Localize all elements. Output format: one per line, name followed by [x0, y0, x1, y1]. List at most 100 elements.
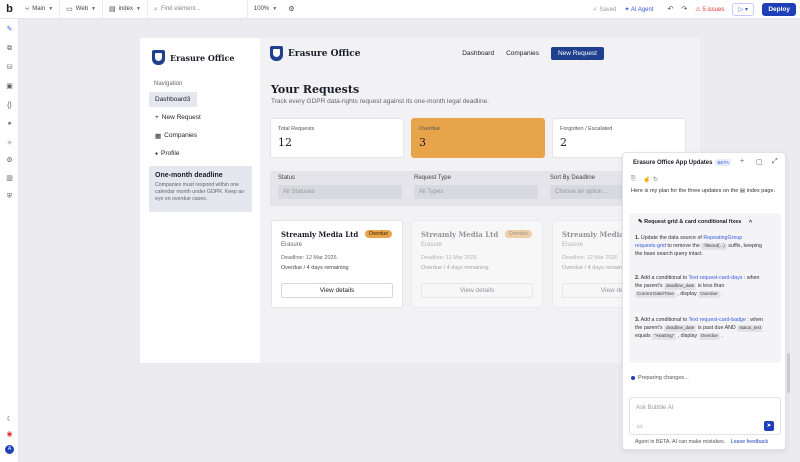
pencil-icon: ✎	[638, 219, 643, 225]
zoom-selector[interactable]: 100% ▼ ⚙	[248, 0, 301, 19]
app-header: Erasure Office Dashboard Companies New R…	[270, 46, 690, 61]
stat-total: Total Requests 12	[270, 118, 404, 158]
beta-badge: BETA	[715, 159, 731, 166]
status-filter-label: Status	[278, 175, 296, 181]
sidebar-item-dashboard[interactable]: Dashboard3	[149, 92, 197, 107]
send-button[interactable]: ➤	[764, 421, 774, 431]
nav-link-companies[interactable]: Companies	[506, 50, 539, 57]
copy-icon[interactable]: ⎘	[631, 176, 636, 183]
sidebar-item-label: New Request	[161, 114, 201, 121]
code-chip: Overdue	[698, 332, 720, 340]
chat-history-icon[interactable]: ▢	[756, 158, 763, 166]
notification-icon[interactable]: ◉	[5, 430, 14, 439]
sidebar-item-profile[interactable]: ● Profile	[149, 146, 185, 161]
type-filter-dropdown[interactable]: All Types	[414, 185, 538, 199]
plus-icon: +	[155, 114, 159, 121]
find-element-placeholder: Find element...	[160, 6, 201, 12]
status-badge: Overdue	[364, 230, 392, 238]
plus-icon[interactable]: +	[740, 158, 744, 165]
leave-feedback-link[interactable]: Leave feedback	[731, 439, 768, 445]
new-request-button[interactable]: New Request	[550, 47, 604, 60]
top-toolbar: b ⑂ Main ▼ ▭ Web ▼ ▤ index ▼ ⌕ Find elem…	[0, 0, 800, 19]
code-chip: deadline_date	[664, 324, 697, 332]
attach-image-icon[interactable]: ▭	[637, 423, 643, 430]
card-deadline: Deadline: 12 Mar 2026	[421, 255, 477, 261]
logs-icon[interactable]: ▥	[5, 174, 14, 183]
element-ref[interactable]: Text request-card-badge	[689, 317, 746, 323]
ai-footer: Agent in BETA. AI can make mistakes. Lea…	[635, 439, 769, 445]
styles-icon[interactable]: ▣	[5, 82, 14, 91]
ai-intro-message: Here is my plan for the three updates on…	[631, 188, 776, 194]
plan-section-title[interactable]: ✎ Request grid & card conditional fixes …	[638, 219, 752, 225]
ai-panel-scrollbar[interactable]	[787, 353, 790, 393]
element-ref[interactable]: Text request-card-days	[689, 275, 743, 281]
security-icon[interactable]: ⛨	[5, 192, 14, 201]
pencil-icon[interactable]: ✎	[5, 25, 14, 34]
ai-chat-input[interactable]: Ask Bubble AI ▭ ➤	[629, 397, 781, 435]
page-name-label: index	[118, 6, 133, 12]
view-details-button[interactable]: View details	[281, 283, 393, 298]
page-subtitle: Track every GDPR data-rights request aga…	[271, 98, 489, 105]
sidebar-brand-name: Erasure Office	[170, 52, 235, 63]
deadline-title: One-month deadline	[155, 172, 223, 179]
plan-step: 3. Add a conditional to Text request-car…	[635, 317, 764, 340]
find-element-input[interactable]: ⌕ Find element...	[148, 0, 248, 19]
sort-filter-label: Sort By Deadline	[550, 175, 596, 181]
code-icon[interactable]: {}	[5, 101, 14, 110]
shield-logo-icon	[152, 50, 165, 65]
bubble-logo[interactable]: b	[0, 0, 19, 19]
monitor-icon: ▭	[66, 5, 73, 13]
status-filter-dropdown[interactable]: All Statuses	[278, 185, 402, 199]
code-chip: Current Date/Time	[635, 290, 676, 298]
undo-icon[interactable]: ↶	[668, 6, 674, 13]
settings-icon[interactable]: ⚙	[5, 156, 14, 165]
deadline-info-box: One-month deadline Companies must respon…	[149, 166, 252, 212]
stat-value: 2	[560, 136, 567, 149]
code-chip: :filtered(...)	[701, 242, 727, 250]
nav-link-dashboard[interactable]: Dashboard	[462, 50, 494, 57]
chevron-down-icon: ▼	[48, 6, 54, 12]
warning-icon: ⚠	[695, 6, 701, 13]
page-icon: ▤	[108, 5, 116, 13]
building-icon: ▦	[155, 132, 162, 140]
ai-plan-section: ✎ Request grid & card conditional fixes …	[629, 213, 781, 363]
expand-icon[interactable]: ⤢	[772, 158, 778, 166]
left-rail: ✎ ⧉ ⛁ ▣ {} ⚭ ✧ ⚙ ▥ ⛨ ☾ ◉ A	[0, 19, 19, 462]
app-sidebar: Erasure Office Navigation Dashboard3 + N…	[140, 38, 260, 363]
page-selector-label: Main	[32, 6, 46, 12]
theme-icon[interactable]: ☾	[5, 415, 14, 424]
preview-button[interactable]: ▷ ▾	[732, 2, 755, 16]
sort-filter-dropdown[interactable]: Choose an option...	[550, 185, 622, 199]
device-selector[interactable]: ▭ Web ▼	[60, 0, 103, 19]
branch-icon: ⑂	[25, 5, 30, 13]
account-avatar[interactable]: A	[5, 445, 14, 454]
page-name-selector[interactable]: ▤ index ▼	[103, 0, 148, 19]
code-chip: "Awaiting"	[652, 332, 677, 340]
page-icon: ▤	[739, 188, 746, 194]
page-selector[interactable]: ⑂ Main ▼	[19, 0, 61, 19]
redo-icon[interactable]: ↷	[681, 6, 687, 13]
ai-panel-title: Erasure Office App Updates	[633, 159, 713, 166]
data-icon[interactable]: ⛁	[5, 63, 14, 72]
ai-tool-icon[interactable]: ✧	[5, 139, 14, 148]
deploy-button[interactable]: Deploy	[762, 2, 796, 16]
plan-step: 1. Update the data source of RepeatingGr…	[635, 235, 763, 257]
card-type: Erasure	[281, 242, 303, 248]
thumbs-down-icon[interactable]: ↻	[653, 176, 658, 183]
chevron-down-icon: ▼	[91, 6, 96, 12]
sidebar-brand[interactable]: Erasure Office	[152, 50, 234, 65]
gear-icon[interactable]: ⚙	[288, 6, 294, 13]
header-brand[interactable]: Erasure Office	[270, 46, 361, 61]
issues-button[interactable]: ⚠ 5 issues	[695, 6, 724, 13]
sidebar-item-new-request[interactable]: + New Request	[149, 110, 207, 125]
ai-agent-button[interactable]: ✦ AI Agent	[624, 6, 653, 13]
sidebar-item-label: Profile	[161, 150, 180, 157]
plugins-icon[interactable]: ⚭	[5, 120, 14, 129]
card-deadline: Deadline: 12 Mar 2026	[281, 255, 337, 261]
plan-step: 2. Add a conditional to Text request-car…	[635, 275, 760, 298]
view-details-button[interactable]: View details	[421, 283, 533, 298]
card-remaining: Overdue / 4 days remaining	[281, 265, 349, 271]
sidebar-item-companies[interactable]: ▦ Companies	[149, 128, 203, 143]
workflow-icon[interactable]: ⧉	[5, 44, 14, 53]
thumbs-up-icon[interactable]: ☝	[643, 176, 650, 183]
